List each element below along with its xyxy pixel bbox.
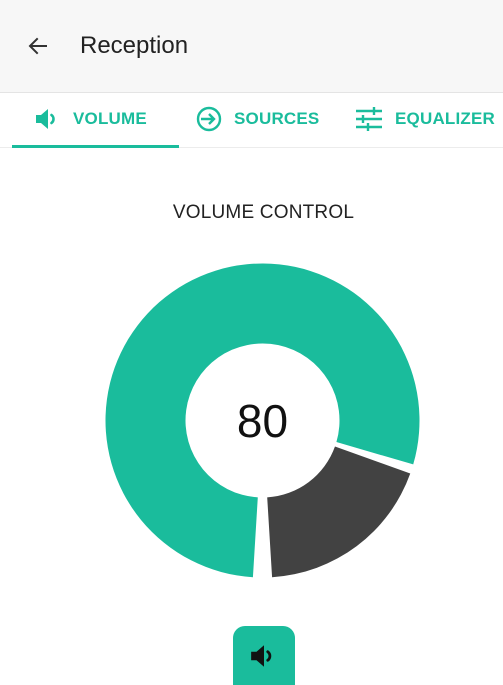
equalizer-sliders-icon bbox=[356, 106, 382, 131]
input-arrow-icon bbox=[196, 106, 222, 131]
arrow-left-icon bbox=[28, 37, 47, 55]
tab-sources[interactable]: SOURCES bbox=[195, 92, 319, 145]
back-button[interactable] bbox=[17, 25, 59, 67]
active-tab-indicator bbox=[12, 145, 179, 148]
tab-volume-label: VOLUME bbox=[73, 108, 147, 128]
volume-control-heading: VOLUME CONTROL bbox=[172, 202, 355, 223]
tab-bar: VOLUME SOURCES EQUALIZER bbox=[0, 92, 503, 148]
app-bar: Reception bbox=[0, 0, 503, 93]
speaker-icon bbox=[251, 644, 272, 667]
tab-equalizer[interactable]: EQUALIZER bbox=[354, 92, 495, 145]
tab-volume[interactable]: VOLUME bbox=[34, 92, 147, 145]
tab-equalizer-label: EQUALIZER bbox=[395, 108, 496, 128]
mute-button[interactable] bbox=[233, 626, 295, 685]
speaker-icon bbox=[36, 108, 55, 129]
tab-sources-label: SOURCES bbox=[234, 108, 320, 128]
page-title: Reception bbox=[80, 32, 189, 59]
volume-gauge[interactable] bbox=[100, 258, 425, 583]
volume-remaining-arc bbox=[267, 446, 411, 578]
